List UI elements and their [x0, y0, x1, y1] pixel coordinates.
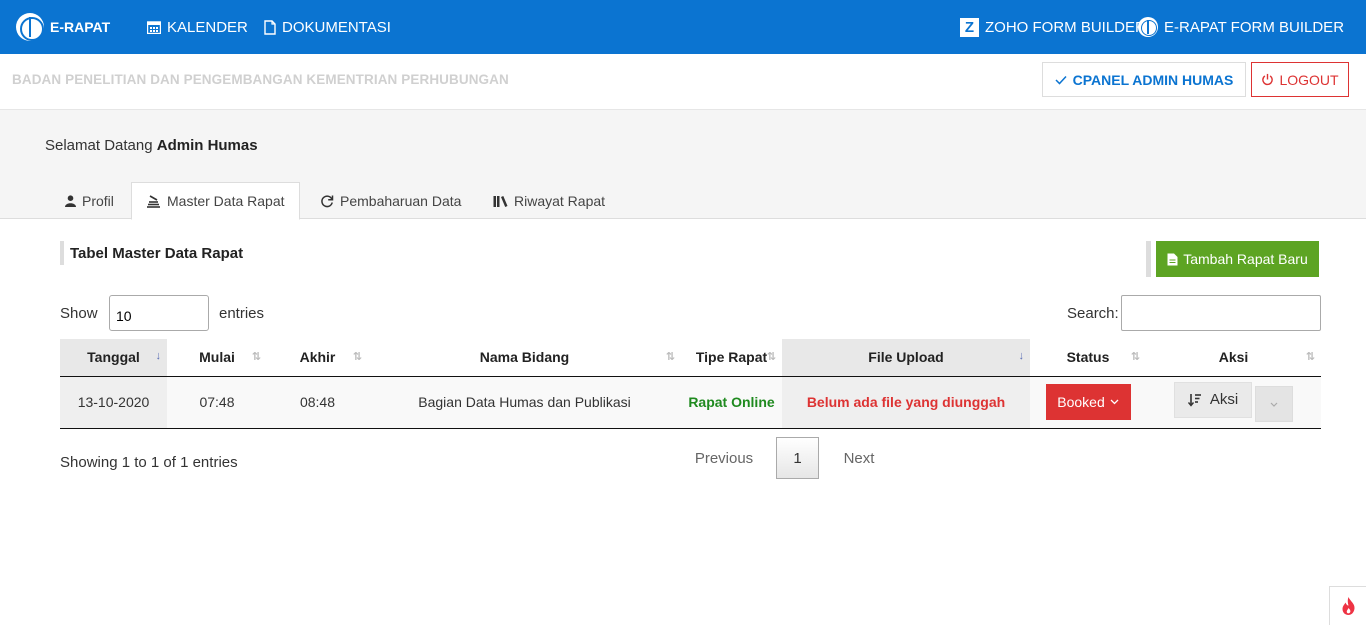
tab-profil[interactable]: Profil [51, 182, 128, 219]
brand-label: E-RAPAT [50, 19, 111, 35]
header-label: Aksi [1218, 349, 1249, 366]
nav-erapat-form-builder[interactable]: E-RAPAT FORM BUILDER [1138, 0, 1344, 54]
header-label: Status [1066, 349, 1110, 366]
zoho-icon: Z [960, 17, 979, 37]
chevron-down-icon [1110, 399, 1119, 405]
entries-label: entries [219, 305, 265, 322]
column-header-status[interactable]: Status ⇅ [1030, 339, 1146, 377]
search-input[interactable] [1121, 295, 1321, 331]
search-label: Search: [1067, 305, 1119, 322]
flame-icon [1342, 597, 1355, 615]
sort-icon: ⇅ [665, 351, 675, 363]
sort-icon: ⇅ [1305, 351, 1315, 363]
brand-link[interactable]: E-RAPAT [16, 0, 110, 54]
add-rapat-button[interactable]: Tambah Rapat Baru [1156, 241, 1319, 277]
tab-master-data-rapat[interactable]: Master Data Rapat [131, 182, 300, 220]
sort-icon: ⇅ [766, 351, 776, 363]
header-label: Tanggal [87, 349, 140, 366]
power-icon [1262, 73, 1274, 86]
logout-button[interactable]: LOGOUT [1251, 62, 1349, 97]
sort-desc-icon: ↓ [1018, 350, 1025, 362]
aksi-dropdown-toggle[interactable] [1255, 386, 1293, 423]
subheader: BADAN PENELITIAN DAN PENGEMBANGAN KEMENT… [0, 54, 1366, 110]
cell-status: Booked [1030, 376, 1146, 429]
tab-profil-label: Profil [82, 192, 114, 209]
sort-icon: ⇅ [1130, 351, 1140, 363]
nav-zoho-label: ZOHO FORM BUILDER [985, 18, 1146, 36]
cell-tanggal: 13-10-2020 [60, 376, 167, 429]
pagination-next[interactable]: Next [841, 437, 877, 479]
refresh-icon [321, 194, 334, 207]
add-rapat-label: Tambah Rapat Baru [1183, 251, 1308, 267]
welcome-user-name: Admin Humas [156, 137, 258, 154]
tab-riwayat-label: Riwayat Rapat [514, 192, 606, 209]
aksi-button[interactable]: Aksi [1174, 381, 1252, 418]
cell-mulai: 07:48 [167, 376, 267, 429]
nav-dokumentasi[interactable]: DOKUMENTASI [264, 0, 391, 54]
cell-tipe-rapat: Rapat Online [681, 376, 782, 429]
logout-label: LOGOUT [1279, 71, 1339, 88]
header-label: Akhir [299, 349, 336, 366]
nav-zoho-form-builder[interactable]: Z ZOHO FORM BUILDER [960, 0, 1146, 54]
table-info: Showing 1 to 1 of 1 entries [60, 454, 238, 471]
document-icon [264, 19, 276, 35]
welcome-area: Selamat Datang Admin Humas Profil Master… [0, 110, 1366, 220]
nav-kalender[interactable]: KALENDER [147, 0, 248, 54]
sort-icon: ⇅ [251, 351, 261, 363]
cell-file-upload: Belum ada file yang diunggah [782, 376, 1030, 429]
tab-pembaharuan-label: Pembaharuan Data [340, 192, 462, 209]
sort-asc-icon: ↓ [155, 350, 162, 362]
column-header-aksi[interactable]: Aksi ⇅ [1146, 339, 1321, 377]
agency-title: BADAN PENELITIAN DAN PENGEMBANGAN KEMENT… [12, 72, 509, 87]
top-navbar: E-RAPAT KALENDER DOKUMENTASI Z ZOHO FORM… [0, 0, 1366, 54]
column-header-akhir[interactable]: Akhir ⇅ [267, 339, 368, 377]
column-header-nama-bidang[interactable]: Nama Bidang ⇅ [368, 339, 681, 377]
master-data-table: Tanggal ↓ Mulai ⇅ Akhir ⇅ Nama Bidang ⇅ Tipe… [60, 339, 1321, 429]
library-icon [493, 195, 508, 207]
calendar-icon [147, 20, 161, 34]
nav-erapat-form-label: E-RAPAT FORM BUILDER [1164, 18, 1345, 36]
cell-aksi: Aksi [1146, 376, 1321, 429]
tab-pembaharuan-data[interactable]: Pembaharuan Data [306, 182, 475, 219]
column-header-mulai[interactable]: Mulai ⇅ [167, 339, 267, 377]
globe-icon [1138, 17, 1158, 37]
add-button-wrapper: Tambah Rapat Baru [1146, 241, 1319, 277]
pagination-previous[interactable]: Previous [694, 437, 754, 479]
column-header-file-upload[interactable]: File Upload ↓ [782, 339, 1030, 377]
tab-master-label: Master Data Rapat [167, 193, 285, 209]
cell-nama-bidang: Bagian Data Humas dan Publikasi [368, 376, 681, 429]
pagination-page-1[interactable]: 1 [776, 437, 819, 479]
chevron-down-icon [1270, 402, 1278, 407]
check-icon [1055, 75, 1067, 85]
sort-amount-icon [1187, 393, 1201, 407]
header-label: File Upload [868, 349, 944, 366]
column-header-tanggal[interactable]: Tanggal ↓ [60, 339, 167, 377]
entries-length-input[interactable] [109, 295, 209, 331]
user-icon [65, 194, 76, 207]
cpanel-button[interactable]: CPANEL ADMIN HUMAS [1042, 62, 1246, 97]
tab-riwayat-rapat[interactable]: Riwayat Rapat [479, 182, 619, 219]
header-label: Nama Bidang [479, 349, 570, 366]
debug-toolbar-toggle[interactable] [1329, 586, 1366, 625]
globe-logo-icon [16, 13, 44, 41]
show-label: Show [60, 305, 98, 322]
status-label: Booked [1057, 394, 1105, 410]
sort-icon: ⇅ [352, 351, 362, 363]
file-icon [1167, 253, 1178, 265]
aksi-label: Aksi [1209, 391, 1239, 409]
header-label: Mulai [199, 349, 235, 366]
stack-icon [147, 194, 160, 208]
cell-akhir: 08:48 [267, 376, 368, 429]
header-label: Tipe Rapat [695, 349, 768, 366]
welcome-text: Selamat Datang Admin Humas [45, 137, 258, 154]
status-booked-dropdown[interactable]: Booked [1045, 384, 1131, 420]
welcome-prefix: Selamat Datang [45, 137, 157, 154]
section-title: Tabel Master Data Rapat [60, 241, 243, 265]
nav-dokumentasi-label: DOKUMENTASI [282, 18, 391, 36]
table-row: 13-10-2020 07:48 08:48 Bagian Data Humas… [60, 376, 1321, 429]
cpanel-label: CPANEL ADMIN HUMAS [1072, 71, 1234, 88]
column-header-tipe-rapat[interactable]: Tipe Rapat ⇅ [681, 339, 782, 377]
table-header-row: Tanggal ↓ Mulai ⇅ Akhir ⇅ Nama Bidang ⇅ Tipe… [60, 339, 1321, 377]
nav-kalender-label: KALENDER [167, 18, 248, 36]
